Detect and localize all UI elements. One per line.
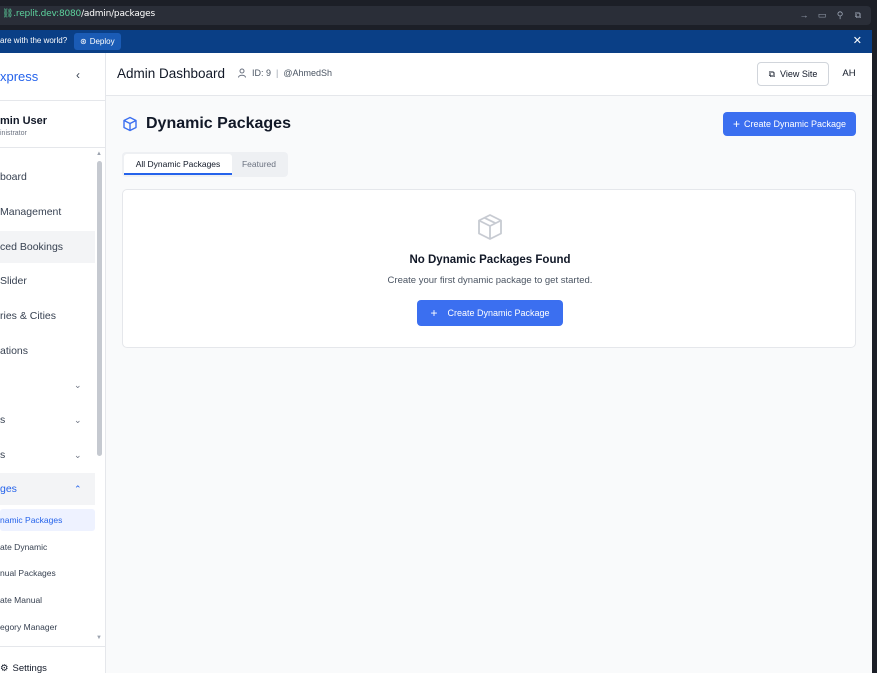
sidebar-item-bookings[interactable]: ced Bookings — [0, 231, 95, 263]
sidebar-subitem-manual-packages[interactable]: nual Packages — [0, 562, 95, 584]
chevron-down-icon: ⌄ — [74, 450, 82, 460]
empty-state-subtitle: Create your first dynamic package to get… — [387, 275, 593, 286]
sidebar-item-management[interactable]: Management — [0, 196, 95, 228]
url-text: ⛓.replit.dev:8080/admin/packages — [2, 9, 155, 19]
empty-state-card: No Dynamic Packages Found Create your fi… — [122, 189, 856, 348]
sidebar: xpress ‹ min User inistrator board Manag… — [0, 53, 106, 673]
user-role: inistrator — [0, 130, 27, 137]
collapse-sidebar-icon[interactable]: ‹ — [76, 68, 80, 82]
sidebar-item-label: s — [0, 449, 6, 461]
scroll-up-arrow[interactable]: ▲ — [96, 151, 102, 157]
chevron-up-icon: ⌃ — [74, 484, 82, 494]
settings-label: Settings — [12, 663, 47, 673]
view-site-button[interactable]: ⧉ View Site — [757, 62, 829, 86]
avatar[interactable]: AH — [837, 63, 861, 85]
url-actions: → ▭ ⚲ ⧉ — [799, 10, 863, 20]
main-content: Dynamic Packages + Create Dynamic Packag… — [106, 96, 872, 673]
window-edge — [872, 30, 877, 673]
brand-logo-text[interactable]: xpress — [0, 69, 38, 84]
sidebar-item-group-2[interactable]: s ⌄ — [0, 404, 95, 436]
link-icon: ⛓ — [2, 9, 14, 19]
sidebar-scrollbar[interactable] — [97, 161, 102, 456]
sidebar-item-countries-cities[interactable]: ries & Cities — [0, 300, 95, 332]
empty-state-title: No Dynamic Packages Found — [409, 254, 571, 266]
plus-icon: + — [732, 117, 740, 131]
close-icon[interactable]: ✕ — [853, 34, 862, 48]
divider — [0, 147, 105, 148]
sidebar-item-group-1[interactable]: ⌄ — [0, 369, 95, 401]
scroll-down-arrow[interactable]: ▼ — [96, 635, 102, 641]
top-header: Admin Dashboard ID: 9 | @AhmedSh ⧉ View … — [106, 53, 872, 96]
view-site-label: View Site — [780, 69, 818, 79]
sidebar-item-slider[interactable]: Slider — [0, 265, 95, 297]
deploy-banner: are with the world? ⊛ Deploy ✕ — [0, 30, 872, 53]
deploy-button[interactable]: ⊛ Deploy — [74, 33, 121, 50]
create-dynamic-package-button[interactable]: + Create Dynamic Package — [723, 112, 856, 136]
browser-url-bar: ⛓.replit.dev:8080/admin/packages → ▭ ⚲ ⧉ — [0, 0, 877, 30]
sidebar-subitem-category-manager[interactable]: egory Manager — [0, 616, 95, 638]
sidebar-subitem-create-dynamic[interactable]: ate Dynamic — [0, 536, 95, 558]
sidebar-item-label: s — [0, 414, 6, 426]
arrow-right-icon[interactable]: → — [799, 10, 809, 20]
wrench-icon[interactable]: ⚲ — [835, 10, 845, 20]
separator: | — [276, 68, 279, 78]
chevron-down-icon: ⌄ — [74, 380, 82, 390]
page-title: Dynamic Packages — [146, 115, 291, 132]
settings-link[interactable]: ⚙ Settings — [0, 663, 47, 673]
sidebar-item-destinations[interactable]: ations — [0, 335, 95, 367]
deploy-icon: ⊛ — [80, 37, 87, 46]
package-icon — [478, 214, 502, 240]
plus-icon: + — [430, 306, 438, 320]
user-name: min User — [0, 115, 48, 127]
external-link-icon[interactable]: ⧉ — [853, 10, 863, 20]
gear-icon: ⚙ — [0, 663, 9, 673]
sidebar-item-group-3[interactable]: s ⌄ — [0, 439, 95, 471]
sidebar-item-label: ges — [0, 483, 17, 495]
devices-icon[interactable]: ▭ — [817, 10, 827, 20]
url-host: .replit.dev:8080 — [13, 9, 82, 19]
create-dynamic-package-empty-button[interactable]: + Create Dynamic Package — [417, 300, 563, 326]
header-user-info: ID: 9 | @AhmedSh — [237, 68, 332, 78]
address-field[interactable]: ⛓.replit.dev:8080/admin/packages → ▭ ⚲ ⧉ — [0, 6, 871, 25]
header-title: Admin Dashboard — [117, 66, 226, 81]
external-link-icon: ⧉ — [768, 68, 776, 79]
create-button-label: Create Dynamic Package — [743, 119, 847, 129]
banner-text: are with the world? — [0, 36, 68, 45]
user-icon — [238, 68, 246, 78]
create-button-label: Create Dynamic Package — [447, 308, 550, 318]
sidebar-item-dashboard[interactable]: board — [0, 161, 95, 193]
tab-all-dynamic-packages[interactable]: All Dynamic Packages — [124, 154, 232, 175]
divider — [0, 646, 105, 647]
package-icon — [123, 116, 137, 132]
user-id: ID: 9 — [252, 68, 272, 78]
tab-bar: All Dynamic Packages Featured — [122, 152, 288, 177]
sidebar-subitem-create-manual[interactable]: ate Manual — [0, 589, 95, 611]
chevron-down-icon: ⌄ — [74, 415, 82, 425]
deploy-label: Deploy — [89, 37, 115, 46]
divider — [0, 100, 105, 101]
url-path: /admin/packages — [81, 9, 156, 19]
username: @AhmedSh — [283, 68, 333, 78]
sidebar-item-packages[interactable]: ges ⌃ — [0, 473, 95, 505]
tab-featured[interactable]: Featured — [234, 154, 284, 175]
sidebar-subitem-dynamic-packages[interactable]: namic Packages — [0, 509, 95, 531]
